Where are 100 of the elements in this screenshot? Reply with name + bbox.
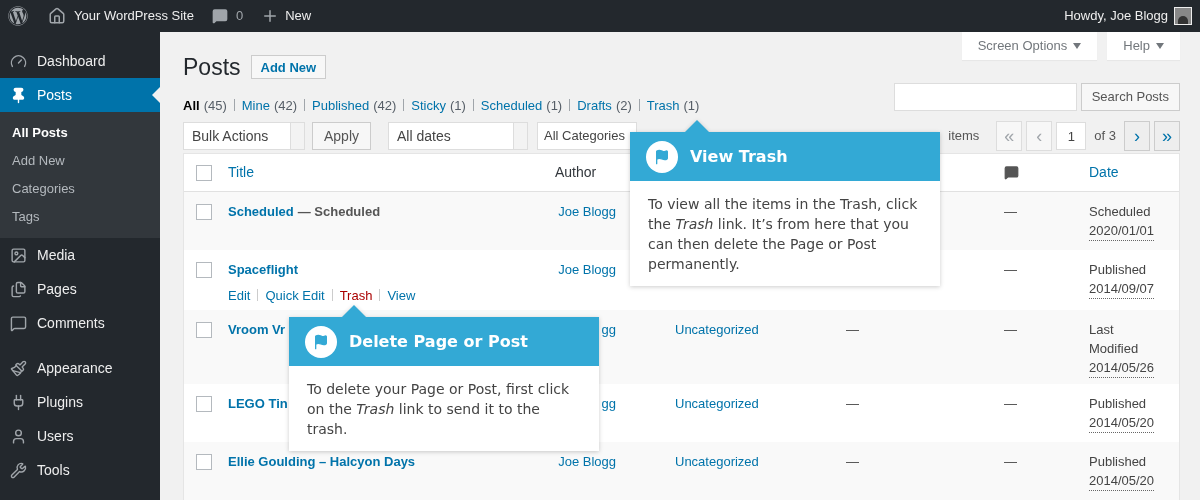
page-field[interactable]: 1	[1056, 122, 1087, 150]
menu-item[interactable]: Tools	[0, 453, 160, 487]
add-new-button[interactable]: Add New	[250, 55, 327, 80]
column-header[interactable]: Date	[1089, 162, 1179, 183]
post-state: — Scheduled	[297, 203, 381, 221]
date-status: Published	[1089, 261, 1148, 279]
checkbox[interactable]	[196, 164, 212, 181]
comments-cell: —	[1004, 204, 1017, 219]
checkbox[interactable]	[196, 204, 212, 220]
post-title-link[interactable]: Scheduled	[228, 202, 294, 222]
filter-count: (42)	[373, 96, 397, 115]
post-title-link[interactable]: Vroom Vr	[228, 320, 286, 340]
submenu-item[interactable]: All Posts	[0, 119, 160, 147]
date-status: Published	[1089, 395, 1148, 413]
category-link[interactable]: Uncategorized	[675, 396, 759, 411]
column-header[interactable]: Title	[228, 162, 555, 183]
author-link[interactable]: gg	[601, 320, 616, 384]
search-field[interactable]	[893, 82, 1077, 111]
category-link[interactable]: Uncategorized	[675, 454, 759, 469]
flag-icon	[305, 325, 337, 358]
filter-count: (42)	[273, 96, 298, 115]
post-title-link[interactable]: Ellie Goulding – Halcyon Days	[228, 452, 416, 472]
menu-item[interactable]: Plugins	[0, 385, 160, 419]
user-icon	[10, 427, 27, 445]
pin-icon	[10, 86, 27, 104]
tooltip-title: Delete Page or Post	[349, 330, 528, 353]
gauge-icon	[10, 52, 27, 70]
tags-cell: —	[846, 322, 859, 337]
screen-tab[interactable]: Help	[1107, 32, 1180, 60]
author-link[interactable]: gg	[601, 394, 616, 442]
post-date: 2020/01/01	[1089, 221, 1155, 241]
comments-cell: —	[1004, 454, 1017, 469]
menu-item[interactable]: Media	[0, 238, 160, 272]
post-title-link[interactable]: Spaceflight	[228, 260, 299, 280]
tooltip-text: To delete your Page or Post, first click on the Trash link to send it to the trash.	[307, 381, 570, 437]
new-link[interactable]: New	[285, 6, 312, 26]
apply-button[interactable]: Apply	[312, 122, 372, 150]
filter-link[interactable]: Scheduled	[480, 95, 543, 115]
checkbox[interactable]	[196, 262, 212, 278]
checkbox[interactable]	[196, 396, 212, 412]
comments-count[interactable]: 0	[235, 6, 244, 26]
date-status: Scheduled	[1089, 203, 1152, 221]
comment-icon[interactable]	[211, 8, 228, 24]
author-link[interactable]: Joe Blogg	[558, 202, 616, 250]
comment-icon	[10, 314, 27, 332]
tags-cell: —	[846, 454, 859, 469]
column-header: Author	[555, 163, 598, 182]
dates-select[interactable]: All dates	[388, 122, 529, 150]
post-date: 2014/05/26	[1089, 358, 1155, 378]
bulk-actions-select[interactable]: Bulk Actions	[183, 122, 305, 150]
items-count: items	[948, 127, 980, 146]
menu-item[interactable]: Users	[0, 419, 160, 453]
comments-cell: —	[1004, 396, 1017, 411]
row-action-link[interactable]: Edit	[228, 285, 251, 305]
checkbox[interactable]	[196, 454, 212, 470]
menu-item[interactable]: Pages	[0, 272, 160, 306]
filter-link[interactable]: Trash	[646, 95, 680, 115]
filter-link[interactable]: Mine	[241, 95, 270, 115]
pagination-button[interactable]: »	[1154, 121, 1180, 151]
author-link[interactable]: Joe Blogg	[558, 452, 616, 500]
post-date: 2014/09/07	[1089, 279, 1155, 299]
flag-icon	[646, 140, 678, 173]
submenu-item[interactable]: Tags	[0, 203, 160, 231]
image-icon	[10, 246, 27, 264]
row-action-link[interactable]: Quick Edit	[265, 285, 325, 305]
post-date: 2014/05/20	[1089, 471, 1155, 491]
submenu-item[interactable]: Categories	[0, 175, 160, 203]
filter-link[interactable]: Published	[312, 95, 370, 115]
filter-count: (1)	[683, 96, 700, 115]
avatar[interactable]	[1174, 7, 1192, 25]
tooltip-text: To view all the items in the Trash, click the Trash link. It’s from here that you can then delete the Page or Post permanently.	[648, 196, 918, 272]
menu-item[interactable]: Comments	[0, 306, 160, 340]
filter-count: (1)	[546, 96, 563, 115]
comments-cell: —	[1004, 262, 1017, 277]
filter-link[interactable]: All	[183, 95, 200, 115]
author-link[interactable]: Joe Blogg	[558, 260, 616, 310]
filter-link[interactable]: Drafts	[577, 95, 612, 115]
checkbox[interactable]	[196, 322, 212, 338]
screen-tab[interactable]: Screen Options	[961, 32, 1098, 60]
search-button[interactable]: Search Posts	[1080, 82, 1180, 111]
wrench-icon	[10, 461, 27, 479]
row-action-link[interactable]: Trash	[339, 285, 373, 305]
pagination-button[interactable]: ›	[1124, 121, 1150, 151]
paintbrush-icon	[10, 359, 27, 377]
categories-select[interactable]: All Categories	[537, 122, 638, 150]
menu-item[interactable]: Dashboard	[0, 44, 160, 78]
wordpress-logo-icon[interactable]	[8, 6, 28, 26]
page-total: of 3	[1094, 127, 1116, 146]
filter-link[interactable]: Sticky	[411, 95, 446, 115]
menu-item[interactable]: Posts	[0, 78, 160, 112]
post-title-link[interactable]: LEGO Tin	[228, 394, 288, 414]
tags-cell: —	[846, 396, 859, 411]
home-icon[interactable]	[48, 7, 66, 25]
category-link[interactable]: Uncategorized	[675, 322, 759, 337]
site-name-link[interactable]: Your WordPress Site	[74, 6, 194, 26]
filter-count: (1)	[449, 96, 466, 115]
greeting-link[interactable]: Howdy, Joe Blogg	[1064, 6, 1168, 26]
submenu-item[interactable]: Add New	[0, 147, 160, 175]
row-action-link[interactable]: View	[387, 285, 416, 305]
menu-item[interactable]: Appearance	[0, 351, 160, 385]
